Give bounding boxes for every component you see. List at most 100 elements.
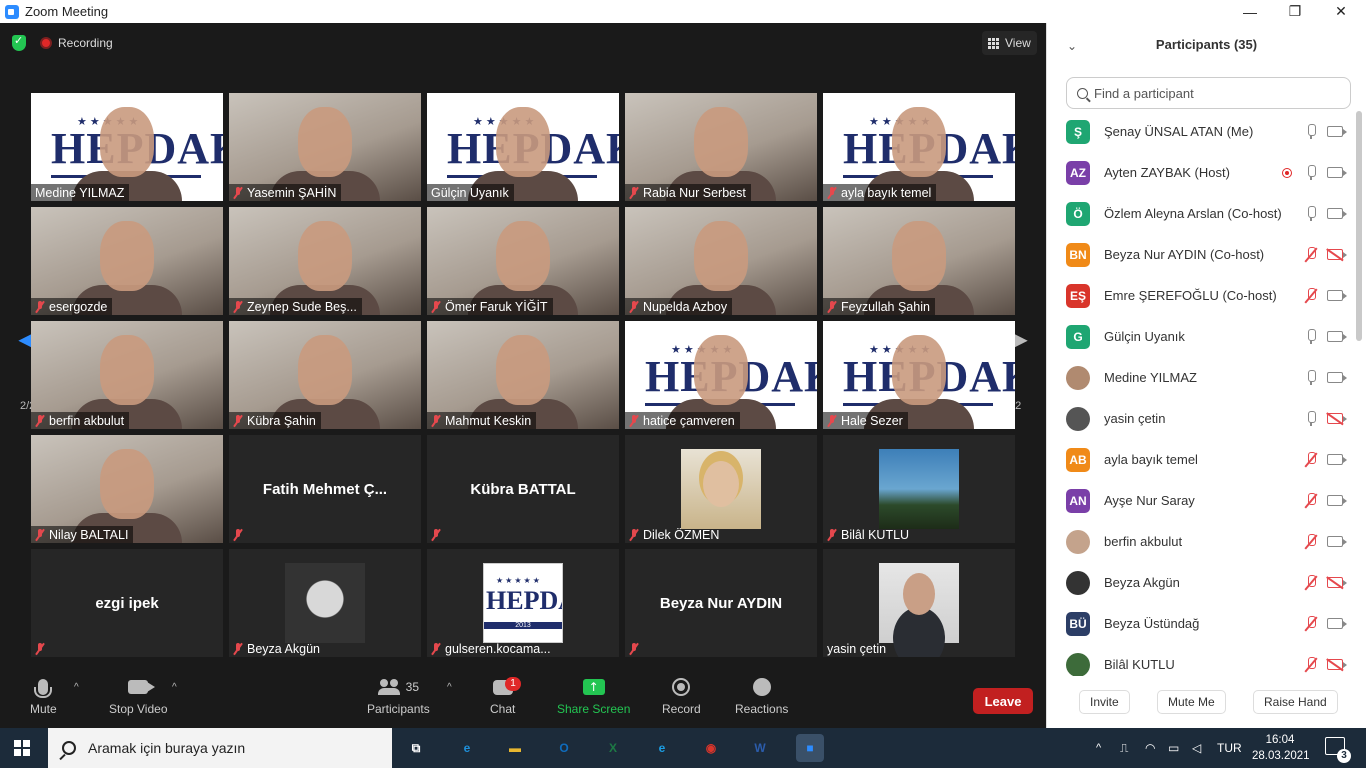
video-tile[interactable]: Mahmut Keskin (427, 321, 619, 429)
video-tile[interactable]: Beyza Akgün (229, 549, 421, 657)
share-screen-button[interactable]: ↑ Share Screen (557, 676, 630, 716)
muted-mic-icon[interactable] (1305, 287, 1317, 304)
video-tile[interactable]: Nupelda Azboy (625, 207, 817, 315)
security-shield-icon[interactable] (12, 34, 26, 51)
video-camera-icon[interactable] (1327, 536, 1347, 547)
tray-overflow-caret-icon[interactable]: ^ (1096, 728, 1101, 768)
internet-explorer-taskbar-icon[interactable]: e (648, 734, 676, 762)
video-tile[interactable]: ★★★★★HEPDAKMedine YILMAZ (31, 93, 223, 201)
participant-list[interactable]: Ş Şenay ÜNSAL ATAN (Me) AZ Ayten ZAYBAK (Ho… (1047, 111, 1355, 676)
participant-row[interactable]: EŞ Emre ŞEREFOĞLU (Co-host) (1047, 275, 1355, 316)
participant-row[interactable]: G Gülçin Uyanık (1047, 316, 1355, 357)
muted-mic-icon[interactable] (1305, 615, 1317, 632)
video-camera-icon[interactable] (1327, 331, 1347, 342)
microphone-icon[interactable] (1305, 164, 1317, 181)
video-off-icon[interactable] (1327, 249, 1347, 260)
muted-mic-icon[interactable] (1305, 492, 1317, 509)
participant-row[interactable]: Bilâl KUTLU (1047, 644, 1355, 676)
participant-search-input[interactable] (1094, 85, 1324, 101)
video-tile[interactable]: Feyzullah Şahin (823, 207, 1015, 315)
video-tile[interactable]: yasin çetin (823, 549, 1015, 657)
participant-row[interactable]: Beyza Akgün (1047, 562, 1355, 603)
system-clock[interactable]: 16:04 28.03.2021 (1252, 732, 1310, 764)
volume-icon[interactable]: ◁ (1192, 728, 1201, 768)
microphone-icon[interactable] (1305, 369, 1317, 386)
maximize-button[interactable]: ❐ (1272, 0, 1318, 23)
excel-taskbar-icon[interactable]: X (599, 734, 627, 762)
muted-mic-icon[interactable] (1305, 574, 1317, 591)
stop-video-button[interactable]: Stop Video (109, 676, 168, 716)
video-camera-icon[interactable] (1327, 126, 1347, 137)
participants-button[interactable]: 35 Participants (367, 676, 430, 716)
tray-device-icon[interactable]: ⎍ (1120, 728, 1128, 768)
video-camera-icon[interactable] (1327, 495, 1347, 506)
video-off-icon[interactable] (1327, 413, 1347, 424)
taskbar-search-box[interactable]: Aramak için buraya yazın (48, 728, 392, 768)
video-tile[interactable]: berfin akbulut (31, 321, 223, 429)
close-button[interactable]: ✕ (1318, 0, 1364, 23)
video-tile[interactable]: Yasemin ŞAHİN (229, 93, 421, 201)
video-off-icon[interactable] (1327, 659, 1347, 670)
video-tile[interactable]: Ömer Faruk YİĞİT (427, 207, 619, 315)
wifi-icon[interactable]: ◠ (1145, 728, 1155, 768)
video-tile[interactable]: Rabia Nur Serbest (625, 93, 817, 201)
outlook-taskbar-icon[interactable]: O (550, 734, 578, 762)
microphone-icon[interactable] (1305, 410, 1317, 427)
windows-start-icon[interactable] (14, 740, 30, 756)
video-camera-icon[interactable] (1327, 372, 1347, 383)
video-tile[interactable]: esergozde (31, 207, 223, 315)
raise-hand-button[interactable]: Raise Hand (1253, 690, 1338, 714)
video-tile[interactable]: ★★★★★HEPDAKHale Sezer (823, 321, 1015, 429)
reactions-button[interactable]: Reactions (735, 676, 788, 716)
video-tile[interactable]: ★★★★★HEPDAKhatice çamveren (625, 321, 817, 429)
video-off-icon[interactable] (1327, 577, 1347, 588)
video-tile[interactable]: Kübra Şahin (229, 321, 421, 429)
minimize-button[interactable]: — (1227, 0, 1273, 23)
mute-button[interactable]: Mute (30, 676, 57, 716)
muted-mic-icon[interactable] (1305, 246, 1317, 263)
edge-taskbar-icon[interactable]: e (453, 734, 481, 762)
participant-row[interactable]: Ö Özlem Aleyna Arslan (Co-host) (1047, 193, 1355, 234)
audio-options-caret-icon[interactable]: ^ (74, 682, 79, 693)
video-tile[interactable]: Zeynep Sude Beş... (229, 207, 421, 315)
muted-mic-icon[interactable] (1305, 533, 1317, 550)
microphone-icon[interactable] (1305, 123, 1317, 140)
video-tile[interactable]: ★★★★★HEPDAKayla bayık temel (823, 93, 1015, 201)
video-options-caret-icon[interactable]: ^ (172, 682, 177, 693)
participant-row[interactable]: AB ayla bayık temel (1047, 439, 1355, 480)
leave-button[interactable]: Leave (973, 688, 1033, 714)
video-tile[interactable]: ezgi ipek (31, 549, 223, 657)
participant-row[interactable]: BN Beyza Nur AYDIN (Co-host) (1047, 234, 1355, 275)
participant-row[interactable]: BÜ Beyza Üstündağ (1047, 603, 1355, 644)
mute-me-button[interactable]: Mute Me (1157, 690, 1226, 714)
participants-options-caret-icon[interactable]: ^ (447, 682, 452, 693)
battery-icon[interactable]: ▭ (1168, 728, 1179, 768)
participant-row[interactable]: AZ Ayten ZAYBAK (Host) (1047, 152, 1355, 193)
view-button[interactable]: View (982, 31, 1037, 55)
task-view-taskbar-icon[interactable]: ⧉ (402, 734, 430, 762)
participant-row[interactable]: Medine YILMAZ (1047, 357, 1355, 398)
recording-indicator[interactable]: Recording (40, 33, 113, 53)
invite-button[interactable]: Invite (1079, 690, 1130, 714)
video-camera-icon[interactable] (1327, 290, 1347, 301)
participant-search[interactable] (1066, 77, 1351, 109)
video-camera-icon[interactable] (1327, 454, 1347, 465)
video-tile[interactable]: Beyza Nur AYDIN (625, 549, 817, 657)
file-explorer-taskbar-icon[interactable]: ▬ (501, 734, 529, 762)
video-tile[interactable]: Nilay BALTALI (31, 435, 223, 543)
video-camera-icon[interactable] (1327, 208, 1347, 219)
video-tile[interactable]: ★★★★★HEPDAKGülçin Uyanık (427, 93, 619, 201)
video-tile[interactable]: Fatih Mehmet Ç... (229, 435, 421, 543)
participant-list-scrollbar[interactable] (1356, 111, 1362, 341)
video-tile[interactable]: Bilâl KUTLU (823, 435, 1015, 543)
muted-mic-icon[interactable] (1305, 451, 1317, 468)
participant-row[interactable]: AN Ayşe Nur Saray (1047, 480, 1355, 521)
zoom-taskbar-icon[interactable]: ■ (796, 734, 824, 762)
participant-row[interactable]: Ş Şenay ÜNSAL ATAN (Me) (1047, 111, 1355, 152)
video-camera-icon[interactable] (1327, 167, 1347, 178)
record-button[interactable]: Record (662, 676, 701, 716)
video-tile[interactable]: Kübra BATTAL (427, 435, 619, 543)
microphone-icon[interactable] (1305, 328, 1317, 345)
chrome-taskbar-icon[interactable]: ◉ (697, 734, 725, 762)
video-camera-icon[interactable] (1327, 618, 1347, 629)
